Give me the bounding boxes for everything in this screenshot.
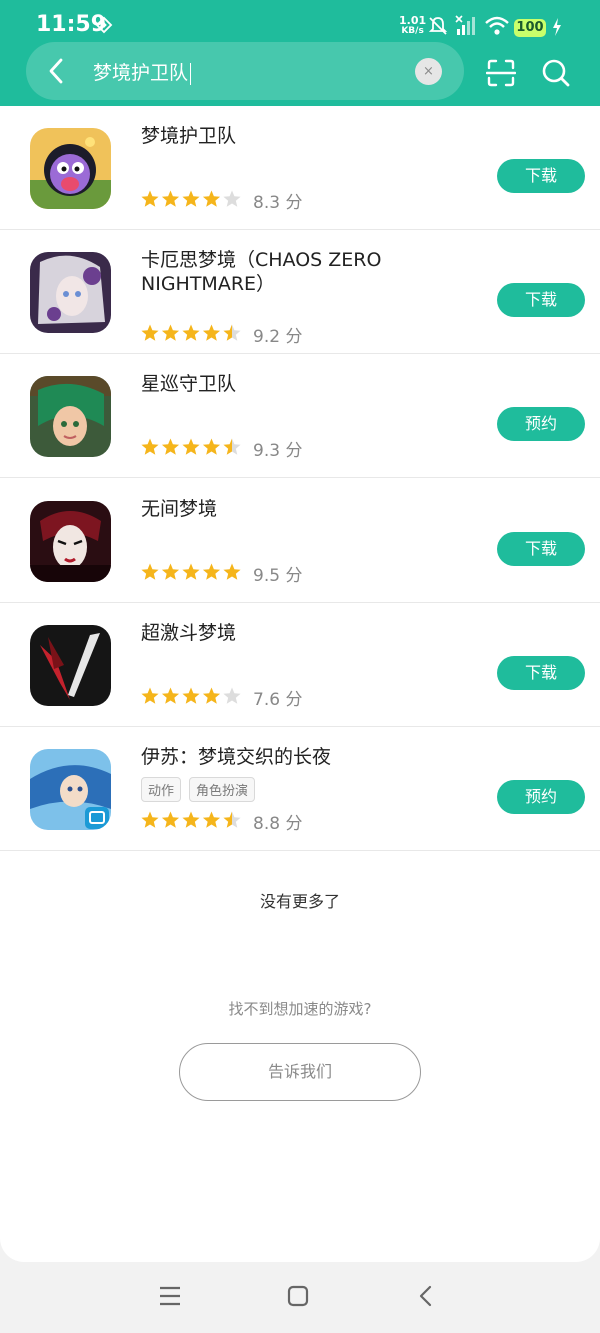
app-name[interactable]: 卡厄思梦境（CHAOS ZERO NIGHTMARE） — [141, 248, 441, 296]
bell-muted-icon — [428, 17, 448, 35]
star-icon — [141, 563, 159, 580]
star-icon — [161, 324, 180, 341]
star-icon — [202, 687, 221, 704]
system-nav-bar — [0, 1262, 600, 1333]
star-icon — [182, 563, 200, 580]
search-icon[interactable] — [541, 58, 571, 88]
result-row[interactable]: 梦境护卫队 8.3 分 下载 — [0, 106, 600, 230]
anime-girl-icon[interactable] — [30, 252, 111, 333]
star-icon — [141, 811, 159, 828]
rating-stars — [141, 687, 241, 704]
app-name[interactable]: 超激斗梦境 — [141, 621, 441, 645]
star-icon — [202, 190, 221, 207]
tell-us-button[interactable]: 告诉我们 — [179, 1043, 421, 1101]
tag: 动作 — [141, 777, 182, 802]
menu-icon[interactable] — [158, 1285, 182, 1307]
home-icon[interactable] — [286, 1284, 310, 1308]
top-bar: 11:59 1.01 KB/s 100 梦境护卫队 × — [0, 0, 600, 106]
star-icon — [161, 811, 180, 828]
score: 9.2 分 — [253, 327, 303, 347]
score: 7.6 分 — [253, 690, 303, 710]
star-icon — [141, 687, 159, 704]
star-icon — [223, 190, 241, 207]
score: 9.3 分 — [253, 441, 303, 461]
search-input[interactable]: 梦境护卫队 — [93, 58, 192, 85]
star-icon — [182, 190, 200, 207]
network-speed: 1.01 KB/s — [399, 14, 427, 36]
star-icon — [223, 687, 241, 704]
opera-mask-icon[interactable] — [30, 501, 111, 582]
text-caret — [190, 62, 192, 85]
star-icon — [161, 563, 180, 580]
result-row[interactable]: 卡厄思梦境（CHAOS ZERO NIGHTMARE） 9.2 分 下载 — [0, 230, 600, 354]
scan-icon[interactable] — [486, 58, 516, 88]
app-name[interactable]: 星巡守卫队 — [141, 372, 441, 396]
blue-hero-icon[interactable] — [30, 749, 111, 830]
no-more-label: 没有更多了 — [259, 892, 340, 911]
star-icon — [182, 687, 200, 704]
score: 8.3 分 — [253, 193, 303, 213]
download-button[interactable]: 下载 — [497, 159, 585, 193]
reserve-button[interactable]: 预约 — [497, 407, 585, 441]
result-row[interactable]: 伊苏：梦境交织的长夜 动作 角色扮演 8.8 分 预约 — [0, 727, 600, 851]
star-icon — [202, 563, 221, 580]
rating-stars — [141, 563, 241, 580]
wifi-icon — [485, 16, 509, 35]
green-hair-hero-icon[interactable] — [30, 376, 111, 457]
app-name[interactable]: 梦境护卫队 — [141, 124, 441, 148]
star-icon — [161, 190, 180, 207]
clear-search-button[interactable]: × — [415, 58, 442, 85]
search-box[interactable] — [26, 42, 464, 100]
tag-list: 动作 角色扮演 — [141, 777, 263, 802]
score: 8.8 分 — [253, 814, 303, 834]
result-row[interactable]: 星巡守卫队 9.3 分 预约 — [0, 354, 600, 478]
star-icon — [202, 438, 221, 455]
star-icon — [141, 438, 159, 455]
star-icon — [202, 324, 221, 341]
back-nav-icon[interactable] — [414, 1284, 438, 1308]
star-icon — [223, 438, 241, 455]
battery-level: 100 — [514, 19, 546, 37]
star-icon — [223, 324, 241, 341]
star-icon — [223, 811, 241, 828]
charging-icon — [553, 18, 561, 36]
result-row[interactable]: 无间梦境 9.5 分 下载 — [0, 479, 600, 603]
app-name[interactable]: 伊苏：梦境交织的长夜 — [141, 745, 441, 769]
download-button[interactable]: 下载 — [497, 283, 585, 317]
star-icon — [141, 190, 159, 207]
star-icon — [161, 687, 180, 704]
vpn-icon — [95, 16, 113, 34]
slash-logo-icon[interactable] — [30, 625, 111, 706]
download-button[interactable]: 下载 — [497, 532, 585, 566]
tag: 角色扮演 — [189, 777, 256, 802]
back-icon[interactable] — [44, 56, 68, 86]
hint-text: 找不到想加速的游戏? — [228, 1000, 372, 1018]
star-icon — [182, 438, 200, 455]
cellular-icon — [455, 15, 475, 35]
star-icon — [182, 811, 200, 828]
star-icon — [202, 811, 221, 828]
result-row[interactable]: 超激斗梦境 7.6 分 下载 — [0, 603, 600, 727]
score: 9.5 分 — [253, 566, 303, 586]
star-icon — [161, 438, 180, 455]
results-panel: 梦境护卫队 8.3 分 下载 卡厄思梦境（CHAOS ZERO NIGHTMAR… — [0, 106, 600, 1262]
rating-stars — [141, 811, 241, 828]
purple-monster-icon[interactable] — [30, 128, 111, 209]
app-name[interactable]: 无间梦境 — [141, 497, 441, 521]
rating-stars — [141, 190, 241, 207]
download-button[interactable]: 下载 — [497, 656, 585, 690]
star-icon — [182, 324, 200, 341]
star-icon — [223, 563, 241, 580]
rating-stars — [141, 438, 241, 455]
star-icon — [141, 324, 159, 341]
reserve-button[interactable]: 预约 — [497, 780, 585, 814]
rating-stars — [141, 324, 241, 341]
